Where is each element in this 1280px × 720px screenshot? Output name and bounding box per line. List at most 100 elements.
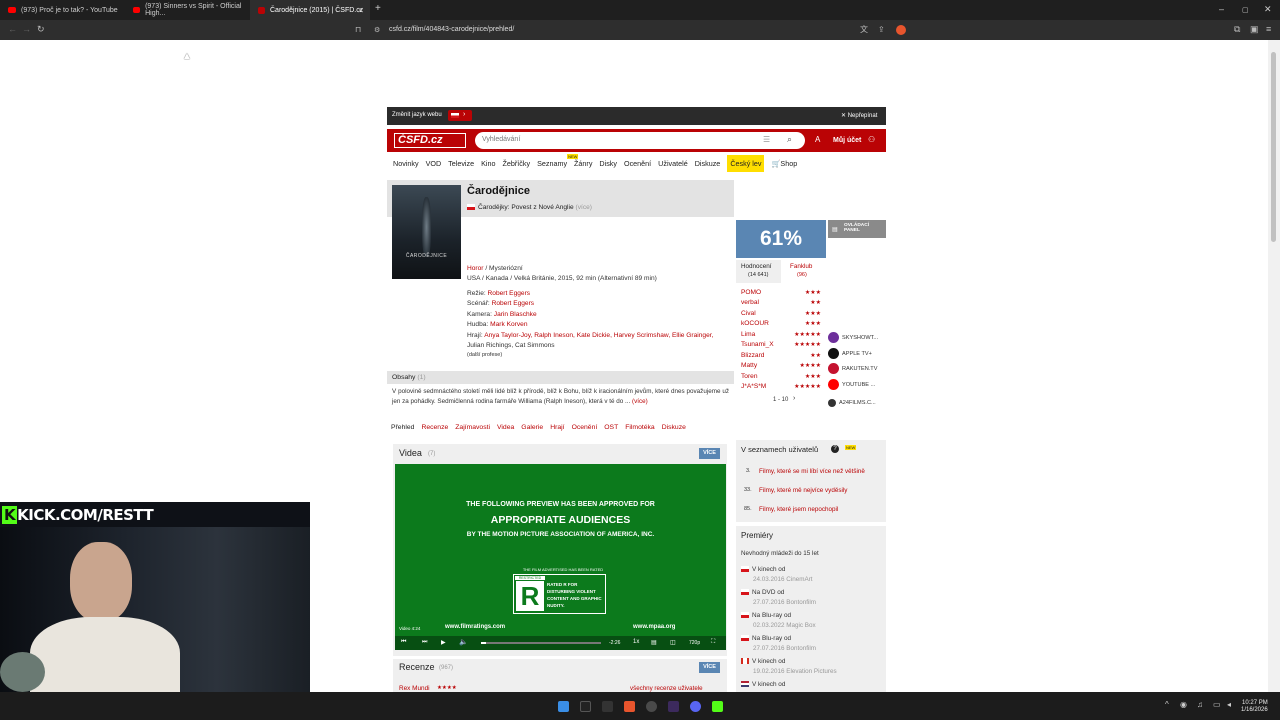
- reviews-more-button[interactable]: VÍCE: [699, 662, 720, 673]
- tab-ost[interactable]: OST: [604, 424, 618, 431]
- fan-row[interactable]: J*A*S*M ★★★★★: [741, 383, 821, 390]
- maximize-icon[interactable]: ▢: [1242, 6, 1249, 14]
- video-player[interactable]: THE FOLLOWING PREVIEW HAS BEEN APPROVED …: [395, 464, 726, 650]
- extensions-icon[interactable]: ⧉: [1234, 25, 1240, 34]
- translate-icon[interactable]: 文: [860, 25, 868, 34]
- fan-row[interactable]: Lima ★★★★★: [741, 331, 821, 338]
- language-switch-button[interactable]: ›: [448, 110, 472, 121]
- genre-link[interactable]: Horor: [467, 265, 484, 272]
- pip-icon[interactable]: ◫: [670, 639, 676, 646]
- tab-awards[interactable]: Ocenění: [572, 424, 598, 431]
- nav-awards[interactable]: Ocenění: [624, 159, 651, 168]
- browser-tab-csfd[interactable]: Čarodějnice (2015) | ČSFD.cz ✕: [250, 0, 370, 20]
- app-icon[interactable]: [602, 701, 613, 712]
- fan-row[interactable]: Cival ★★★: [741, 310, 821, 317]
- back-icon[interactable]: ←: [8, 25, 17, 34]
- reload-icon[interactable]: ↻: [37, 25, 45, 34]
- new-tab-icon[interactable]: +: [375, 3, 381, 14]
- play-icon[interactable]: ▶: [441, 639, 446, 646]
- tab-gallery[interactable]: Galerie: [521, 424, 543, 431]
- wallet-icon[interactable]: ▣: [1250, 25, 1259, 34]
- vod-skyshowtime[interactable]: SKYSHOWT...: [828, 331, 886, 344]
- site-info-icon[interactable]: ⚙: [374, 26, 380, 35]
- nav-cesky-lev[interactable]: Český lev: [727, 154, 765, 172]
- alt-title-more-link[interactable]: (více): [576, 204, 592, 211]
- account-link[interactable]: Můj účet: [833, 137, 861, 144]
- nav-shop[interactable]: 🛒Shop: [771, 159, 797, 168]
- share-icon[interactable]: ⇪: [878, 25, 885, 34]
- bookmark-icon[interactable]: ⊓: [355, 25, 361, 34]
- search-field[interactable]: Vyhledávání ☰ ⌕: [475, 132, 805, 149]
- vod-youtube[interactable]: YOUTUBE ...: [828, 378, 886, 391]
- page-scrollbar[interactable]: [1268, 40, 1280, 692]
- speed-button[interactable]: 1x: [633, 639, 639, 645]
- credit-cast-cont[interactable]: Julian Richings, Cat Simmons: [467, 342, 555, 349]
- tab-fanclub-label[interactable]: Fanklub: [790, 263, 812, 270]
- dismiss-language-button[interactable]: ✕ Nepřepínat: [841, 112, 877, 119]
- vod-rakuten[interactable]: RAKUTEN.TV: [828, 362, 886, 375]
- nav-genres[interactable]: Žánry: [574, 159, 592, 168]
- credit-names[interactable]: Robert Eggers: [488, 290, 531, 297]
- progress-track[interactable]: [481, 642, 601, 644]
- start-icon[interactable]: [558, 701, 569, 712]
- app-icon[interactable]: [580, 701, 591, 712]
- url-field[interactable]: csfd.cz/film/404843-carodejnice/prehled/: [389, 26, 514, 33]
- all-reviews-link[interactable]: všechny recenze uživatele: [630, 685, 703, 692]
- fan-row[interactable]: kOCOUR ★★★: [741, 320, 821, 327]
- close-window-icon[interactable]: ✕: [1264, 4, 1272, 15]
- user-icon[interactable]: ⚇: [868, 135, 875, 144]
- credit-names[interactable]: Anya Taylor-Joy, Ralph Ineson, Kate Dick…: [484, 332, 713, 339]
- browser-tab-youtube-2[interactable]: (973) Sinners vs Spirit - Official High.…: [125, 0, 250, 20]
- fan-row[interactable]: Tsunami_X ★★★★★: [741, 341, 821, 348]
- nav-tv[interactable]: Televize: [448, 159, 474, 168]
- forward-icon[interactable]: →: [22, 25, 31, 34]
- nav-users[interactable]: Uživatelé: [658, 159, 688, 168]
- brave-icon[interactable]: [624, 701, 635, 712]
- translate-icon[interactable]: A: [815, 135, 820, 144]
- fullscreen-icon[interactable]: ⛶: [711, 639, 715, 646]
- filter-icon[interactable]: ☰: [763, 135, 770, 144]
- tab-overview[interactable]: Přehled: [391, 424, 414, 431]
- fan-row[interactable]: Toren ★★★: [741, 373, 821, 380]
- change-language-label[interactable]: Změnit jazyk webu: [392, 112, 442, 118]
- nav-charts[interactable]: Žebříčky: [503, 159, 531, 168]
- kick-icon[interactable]: [712, 701, 723, 712]
- tab-reviews[interactable]: Recenze: [421, 424, 448, 431]
- list-link[interactable]: Filmy, které jsem nepochopil: [759, 506, 838, 513]
- list-link[interactable]: Filmy, které se mi líbí více než většině: [759, 468, 865, 475]
- scroll-thumb[interactable]: [1271, 52, 1276, 242]
- app-icon[interactable]: [668, 701, 679, 712]
- tray-app-icon[interactable]: ◉: [1180, 700, 1187, 709]
- volume-icon[interactable]: ◂: [1227, 700, 1231, 709]
- system-clock[interactable]: 10:27 PM 1/16/2026: [1241, 700, 1268, 714]
- site-logo[interactable]: ČSFD.cz: [394, 133, 466, 148]
- nav-lists[interactable]: Seznamy NEW: [537, 153, 579, 168]
- search-icon[interactable]: ⌕: [787, 134, 792, 145]
- tab-discussion[interactable]: Diskuze: [662, 424, 686, 431]
- vod-appletv[interactable]: APPLE TV+: [828, 347, 886, 360]
- network-icon[interactable]: ▭: [1213, 700, 1221, 709]
- nav-cinema[interactable]: Kino: [481, 159, 495, 168]
- credit-names[interactable]: Mark Korven: [490, 321, 527, 328]
- microphone-icon[interactable]: ♫: [1197, 700, 1203, 709]
- skip-back-icon[interactable]: ⏮: [401, 639, 406, 646]
- credit-names[interactable]: Robert Eggers: [492, 300, 535, 307]
- quality-button[interactable]: 720p: [689, 640, 700, 646]
- close-tab-icon[interactable]: ✕: [357, 6, 364, 15]
- videos-more-button[interactable]: VÍCE: [699, 448, 720, 459]
- vod-a24[interactable]: A24FILMS.C...: [828, 396, 886, 409]
- nav-news[interactable]: Novinky: [393, 159, 419, 168]
- plot-more-link[interactable]: (více): [632, 398, 648, 405]
- tab-trivia[interactable]: Zajímavosti: [455, 424, 490, 431]
- list-link[interactable]: Filmy, které mě nejvíce vyděsily: [759, 487, 847, 494]
- fan-row[interactable]: verbal ★★: [741, 299, 821, 306]
- browser-tab-youtube-1[interactable]: (973) Proč je to tak? - YouTube: [0, 0, 125, 20]
- minimize-icon[interactable]: –: [1219, 4, 1224, 14]
- subtitles-icon[interactable]: ▤: [651, 639, 657, 646]
- tab-cast[interactable]: Hrají: [550, 424, 564, 431]
- tab-filmoteka[interactable]: Filmotéka: [625, 424, 654, 431]
- more-professions-link[interactable]: (další profese): [467, 352, 502, 358]
- menu-icon[interactable]: ≡: [1266, 25, 1271, 34]
- discord-icon[interactable]: [690, 701, 701, 712]
- fan-row[interactable]: POMO ★★★: [741, 289, 821, 296]
